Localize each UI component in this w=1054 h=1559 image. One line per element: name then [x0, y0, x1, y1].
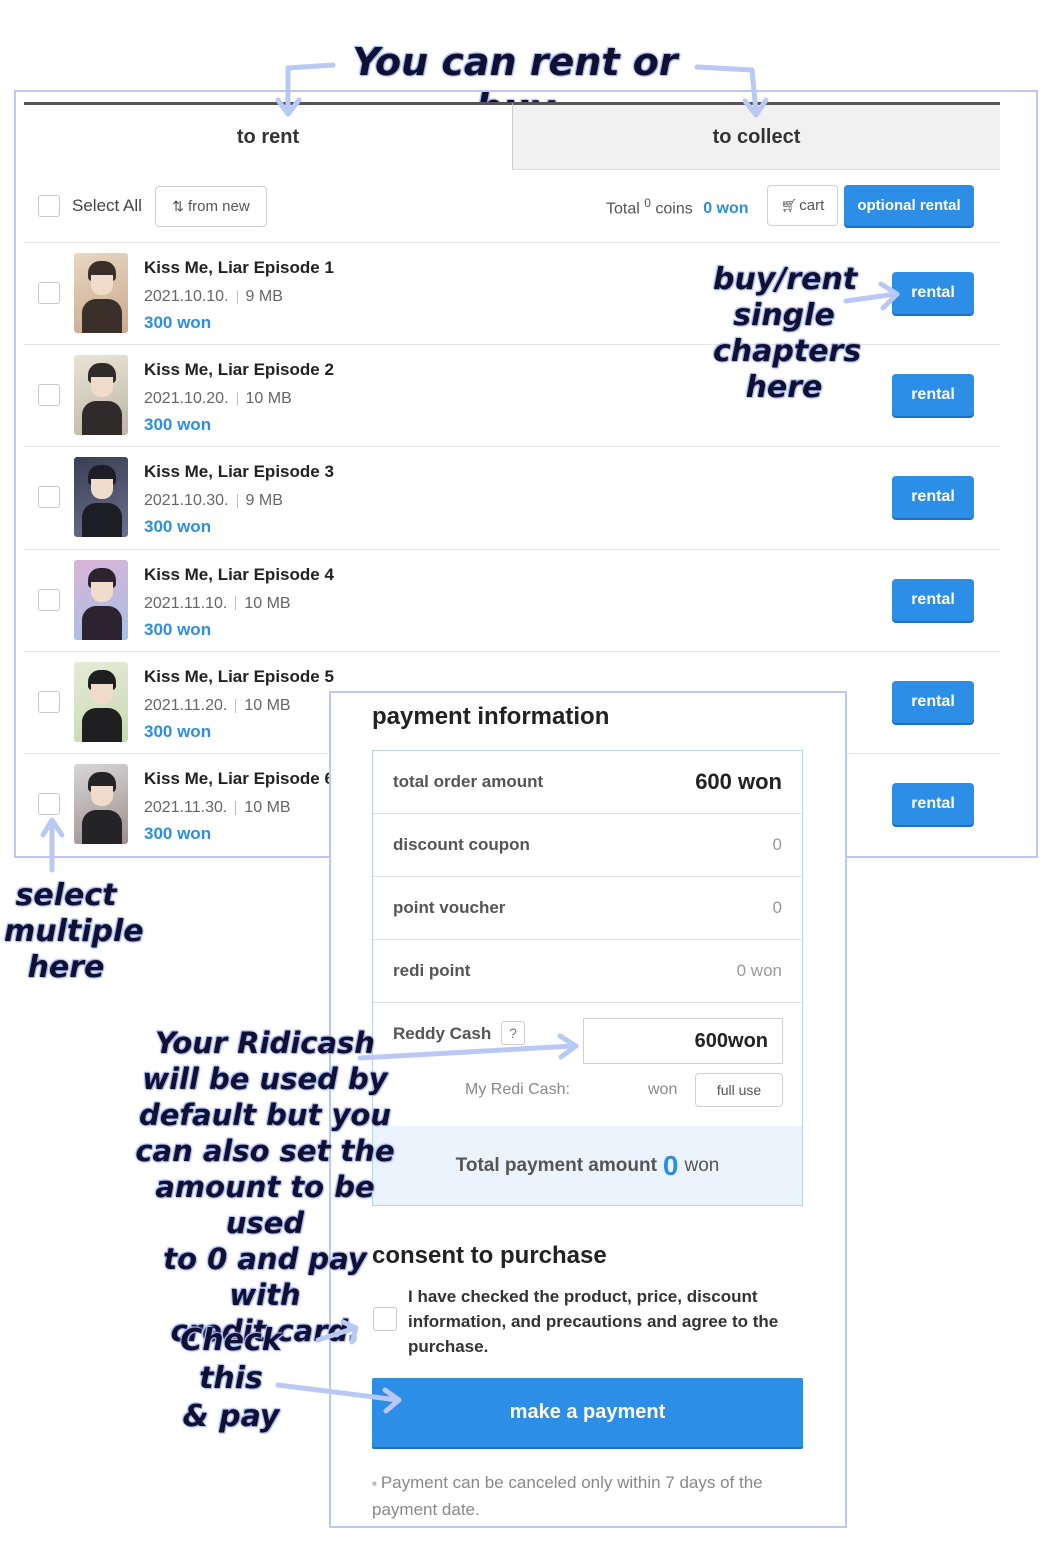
annotation-arrows	[40, 62, 900, 1414]
arrow-to-pay-button	[275, 1382, 401, 1403]
arrow-to-reddy-cash-input	[357, 1043, 576, 1061]
arrow-to-consent-checkbox	[315, 1325, 358, 1343]
